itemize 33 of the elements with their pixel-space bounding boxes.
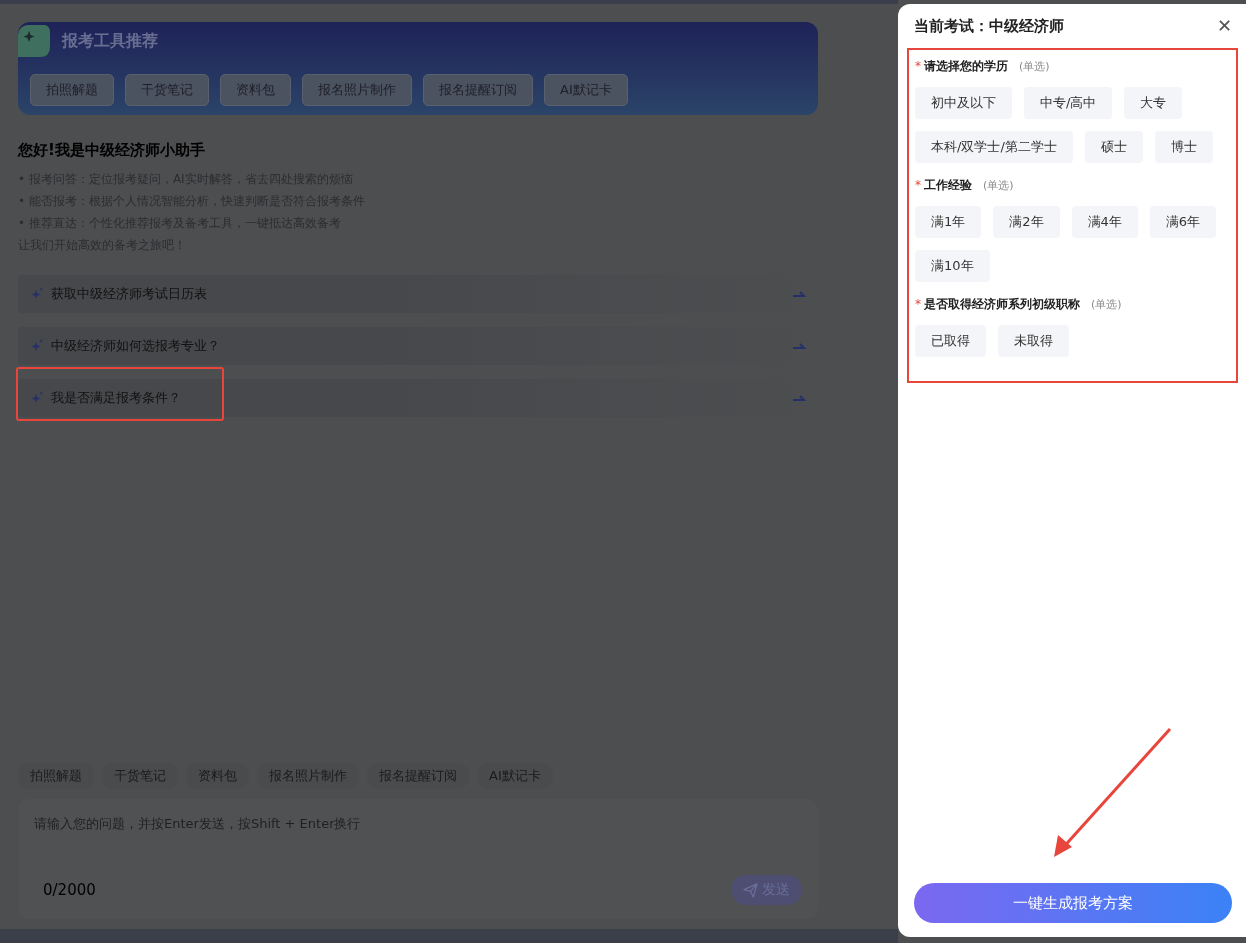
option-button[interactable]: 博士: [1154, 131, 1213, 163]
send-icon: [743, 882, 758, 898]
required-mark: *: [915, 297, 921, 311]
close-button[interactable]: ✕: [1213, 15, 1232, 37]
field-hint: (单选): [983, 178, 1014, 193]
option-button[interactable]: 已取得: [915, 325, 986, 357]
sparkle-icon: [30, 391, 44, 405]
option-button[interactable]: 硕士: [1084, 131, 1143, 163]
field-label: 工作经验: [924, 177, 972, 194]
char-counter: 0/2000: [42, 881, 96, 899]
option-button[interactable]: 未取得: [998, 325, 1069, 357]
required-mark: *: [915, 59, 921, 73]
option-button[interactable]: 满2年: [993, 206, 1060, 238]
sparkle-logo-icon: [18, 25, 50, 57]
option-button[interactable]: 满10年: [915, 250, 990, 282]
greeting-title: 您好!我是中级经济师小助手: [18, 141, 206, 160]
option-button[interactable]: 满1年: [915, 206, 982, 238]
generate-plan-button[interactable]: 一键生成报考方案: [914, 883, 1232, 923]
option-button[interactable]: 满4年: [1071, 206, 1138, 238]
field-hint: (单选): [1019, 59, 1050, 74]
option-button[interactable]: 大专: [1124, 87, 1183, 119]
field-hint: (单选): [1091, 297, 1122, 312]
card-title: 报考工具推荐: [62, 30, 158, 52]
option-button[interactable]: 初中及以下: [915, 87, 1012, 119]
option-button[interactable]: 本科/双学士/第二学士: [915, 131, 1073, 163]
panel-title: 当前考试：中级经济师: [914, 16, 1064, 36]
option-button[interactable]: 中专/高中: [1024, 87, 1113, 119]
option-button[interactable]: 满6年: [1149, 206, 1217, 238]
field-label: 请选择您的学历: [924, 58, 1008, 75]
required-mark: *: [915, 178, 921, 192]
sparkle-icon: [30, 287, 44, 301]
sparkle-icon: [30, 339, 44, 353]
field-label: 是否取得经济师系列初级职称: [924, 296, 1080, 313]
